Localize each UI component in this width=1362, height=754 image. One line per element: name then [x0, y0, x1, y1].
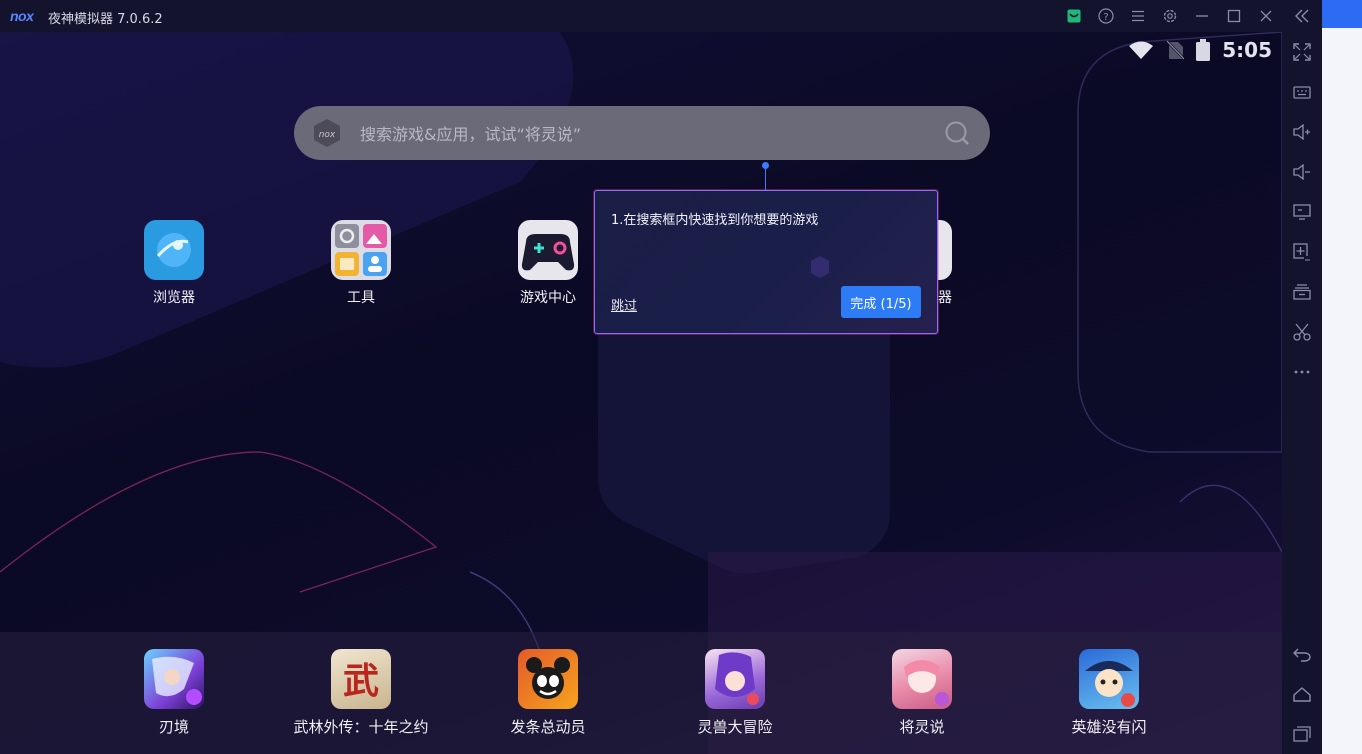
android-screen: 5:05 nox 搜索游戏&应用，试试“将灵说” 浏览器 工具 游戏中心 器 刃… [0, 32, 1282, 754]
clock: 5:05 [1222, 38, 1272, 62]
multi-instance-icon[interactable] [1292, 282, 1312, 302]
external-window-accent [1322, 0, 1362, 28]
minimize-icon[interactable] [1192, 6, 1212, 26]
browser-icon [144, 220, 204, 280]
title-bar: nox 夜神模拟器 7.0.6.2 ? [0, 0, 1322, 32]
hexagon-decoration [811, 256, 829, 278]
app-label: 发条总动员 [510, 718, 586, 736]
add-apk-icon[interactable] [1292, 242, 1312, 262]
dock-app-lingshou[interactable]: 灵兽大冒险 [645, 649, 825, 737]
guide-pointer-line [765, 166, 766, 190]
no-sim-icon [1166, 40, 1185, 60]
app-game-center[interactable]: 游戏中心 [488, 220, 608, 307]
window-title: 夜神模拟器 7.0.6.2 [48, 12, 163, 27]
maximize-icon[interactable] [1224, 6, 1244, 26]
app-tools[interactable]: 工具 [301, 220, 421, 307]
app-browser[interactable]: 浏览器 [114, 220, 234, 307]
skip-link[interactable]: 跳过 [611, 295, 637, 314]
app-label: 英雄没有闪 [1071, 718, 1147, 736]
app-label: 工具 [347, 290, 375, 306]
store-icon[interactable] [1064, 6, 1084, 26]
scissors-icon[interactable] [1292, 322, 1312, 342]
done-button[interactable]: 完成 (1/5) [841, 286, 921, 318]
volume-down-icon[interactable] [1292, 162, 1312, 182]
guide-popup: 1.在搜索框内快速找到你想要的游戏 跳过 完成 (1/5) [594, 190, 938, 334]
svg-text:武: 武 [343, 660, 379, 702]
back-icon[interactable] [1292, 644, 1312, 664]
app-label: 将灵说 [899, 718, 945, 736]
app-label: 武林外传：十年之约 [293, 718, 429, 736]
app-label: 游戏中心 [520, 290, 576, 306]
search-placeholder[interactable]: 搜索游戏&应用，试试“将灵说” [360, 121, 581, 145]
app-label: 浏览器 [153, 290, 195, 306]
battery-icon [1196, 39, 1211, 61]
dock-app-fatiao[interactable]: 发条总动员 [458, 649, 638, 737]
fullscreen-icon[interactable] [1292, 42, 1312, 62]
close-icon[interactable] [1256, 6, 1276, 26]
jiangling-icon [892, 649, 952, 709]
dock-app-renjing[interactable]: 刃境 [84, 649, 264, 737]
nox-logo: nox [10, 8, 34, 24]
wulin-icon: 武 [331, 649, 391, 709]
search-bar[interactable]: nox 搜索游戏&应用，试试“将灵说” [294, 106, 990, 160]
dock-app-jiangling[interactable]: 将灵说 [832, 649, 1012, 737]
screen-icon[interactable] [1292, 202, 1312, 222]
settings-icon[interactable] [1160, 6, 1180, 26]
lingshou-icon [705, 649, 765, 709]
keyboard-icon[interactable] [1292, 82, 1312, 102]
home-icon[interactable] [1292, 684, 1312, 704]
dock-app-wulin[interactable]: 武 武林外传：十年之约 [271, 649, 451, 737]
wifi-icon [1129, 41, 1154, 59]
fatiao-icon [518, 649, 578, 709]
dock-app-yingxiong[interactable]: 英雄没有闪 [1019, 649, 1199, 737]
help-icon[interactable]: ? [1096, 6, 1116, 26]
more-icon[interactable] [1292, 362, 1312, 382]
svg-text:?: ? [1103, 12, 1108, 23]
tools-icon [331, 220, 391, 280]
right-toolbar [1282, 0, 1322, 754]
volume-up-icon[interactable] [1292, 122, 1312, 142]
nox-logo-icon: nox [314, 119, 340, 147]
app-label: 灵兽大冒险 [697, 718, 773, 736]
menu-icon[interactable] [1128, 6, 1148, 26]
recent-apps-icon[interactable] [1292, 724, 1312, 744]
yingxiong-icon [1079, 649, 1139, 709]
external-window-edge [1322, 0, 1362, 754]
status-bar: 5:05 [1128, 38, 1272, 62]
guide-text: 1.在搜索框内快速找到你想要的游戏 [611, 213, 819, 228]
game-center-icon [518, 220, 578, 280]
collapse-icon[interactable] [1292, 6, 1312, 26]
svg-text:nox: nox [319, 130, 336, 140]
app-label: 刃境 [158, 718, 189, 736]
dock: 刃境 武 武林外传：十年之约 发条总动员 灵兽大冒险 将灵说 英雄没有闪 [0, 632, 1282, 754]
renjing-icon [144, 649, 204, 709]
search-icon[interactable] [944, 120, 970, 146]
